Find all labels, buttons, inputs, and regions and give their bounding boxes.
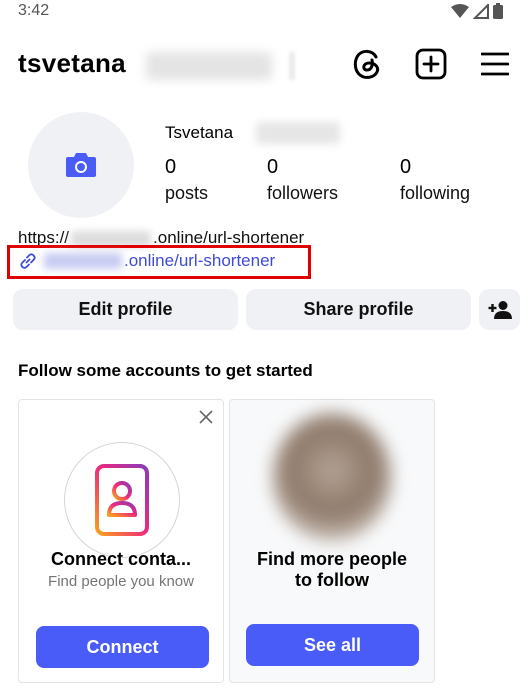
share-profile-button[interactable]: Share profile	[246, 289, 471, 330]
threads-button[interactable]	[347, 44, 387, 84]
connect-card-subtitle: Find people you know	[48, 573, 194, 590]
username[interactable]: tsvetana	[18, 48, 126, 79]
header-divider	[290, 52, 294, 80]
battery-icon	[493, 3, 503, 19]
connect-button[interactable]: Connect	[36, 626, 209, 668]
status-bar: 3:42	[0, 0, 531, 28]
contacts-book-icon	[91, 464, 149, 536]
link-icon	[20, 253, 36, 269]
find-people-title-line1: Find more people	[256, 549, 407, 569]
following-count: 0	[400, 156, 412, 178]
following-label: following	[400, 183, 471, 203]
connect-card-title: Connect conta...	[50, 549, 191, 569]
external-link[interactable]: .online/url-shortener	[18, 251, 275, 271]
status-icons	[451, 3, 503, 19]
posts-count: 0	[165, 156, 177, 178]
close-icon	[199, 410, 213, 424]
suggestions-title: Follow some accounts to get started	[18, 361, 313, 380]
stat-posts[interactable]: 0 posts	[165, 156, 208, 204]
edit-profile-button[interactable]: Edit profile	[13, 289, 238, 330]
display-name-redacted	[256, 122, 340, 144]
create-button[interactable]	[411, 44, 451, 84]
posts-label: posts	[165, 183, 209, 203]
followers-label: followers	[267, 183, 339, 203]
suggested-profile-photo	[272, 412, 392, 542]
display-name: Tsvetana	[165, 123, 234, 142]
stat-following[interactable]: 0 following	[400, 156, 470, 204]
signal-icon	[473, 3, 489, 19]
discover-people-button[interactable]	[479, 289, 520, 330]
avatar[interactable]	[28, 112, 134, 218]
connect-contacts-card: Connect conta... Find people you know Co…	[18, 399, 224, 683]
status-time: 3:42	[18, 2, 50, 19]
wifi-icon	[451, 3, 469, 18]
find-people-title-line2: to follow	[295, 570, 369, 590]
hamburger-menu-icon	[481, 52, 509, 76]
link-redacted	[44, 253, 122, 269]
stat-followers[interactable]: 0 followers	[267, 156, 338, 204]
camera-icon	[66, 153, 96, 177]
contacts-illustration	[64, 442, 180, 558]
threads-icon	[353, 49, 380, 79]
dismiss-card-button[interactable]	[199, 410, 213, 429]
plus-square-icon	[415, 48, 447, 80]
followers-count: 0	[267, 156, 279, 178]
find-people-card: Find more people to follow See all	[229, 399, 435, 683]
menu-button[interactable]	[475, 44, 515, 84]
add-person-icon	[488, 300, 512, 319]
see-all-button[interactable]: See all	[246, 624, 419, 666]
profile-header: tsvetana	[0, 40, 531, 88]
username-redacted	[146, 52, 272, 80]
link-suffix: .online/url-shortener	[124, 251, 276, 270]
